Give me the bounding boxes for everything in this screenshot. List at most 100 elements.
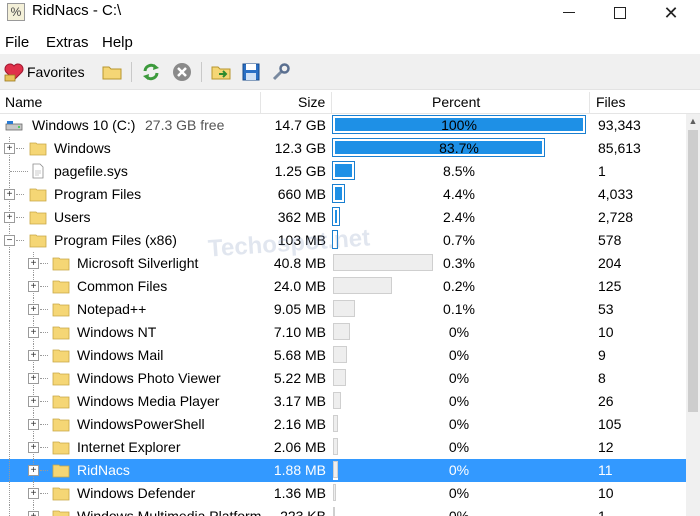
tree-row[interactable]: + WindowsPowerShell 2.16 MB 0% 105 <box>0 413 686 436</box>
tree-row[interactable]: + Internet Explorer 2.06 MB 0% 12 <box>0 436 686 459</box>
tree-row[interactable]: Windows 10 (C:) 27.3 GB free 14.7 GB 100% 93… <box>0 114 686 137</box>
menu-extras[interactable]: Extras <box>46 34 89 51</box>
minimize-button[interactable] <box>546 0 592 28</box>
column-divider[interactable] <box>589 92 590 114</box>
tree-row[interactable]: + Windows NT 7.10 MB 0% 10 <box>0 321 686 344</box>
folder-icon <box>29 232 47 248</box>
expand-icon[interactable]: + <box>28 488 39 499</box>
menu-bar: File Extras Help <box>0 30 700 54</box>
expand-icon[interactable]: + <box>4 143 15 154</box>
tree-connector <box>40 424 48 425</box>
tree-row[interactable]: + Common Files 24.0 MB 0.2% 125 <box>0 275 686 298</box>
row-size: 12.3 GB <box>274 140 326 156</box>
expand-icon[interactable]: + <box>28 373 39 384</box>
row-percent: 4.4% <box>443 186 475 202</box>
expand-icon[interactable]: + <box>28 442 39 453</box>
expand-icon[interactable]: + <box>28 511 39 516</box>
row-files: 9 <box>598 347 606 363</box>
tree-row[interactable]: + Microsoft Silverlight 40.8 MB 0.3% 204 <box>0 252 686 275</box>
column-percent[interactable]: Percent <box>432 94 480 110</box>
minimize-icon <box>563 12 575 13</box>
tree-connector <box>9 413 10 436</box>
close-button[interactable]: ✕ <box>648 0 694 28</box>
row-files: 53 <box>598 301 614 317</box>
tree-connector <box>40 447 48 448</box>
row-percent: 0% <box>448 508 470 516</box>
menu-file[interactable]: File <box>5 34 29 51</box>
column-divider[interactable] <box>260 92 261 114</box>
row-name: Notepad++ <box>77 301 147 317</box>
scrollbar-thumb[interactable] <box>688 130 698 412</box>
row-files: 578 <box>598 232 622 248</box>
tree-connector <box>40 378 48 379</box>
expand-icon[interactable]: + <box>28 258 39 269</box>
drive-icon <box>5 117 23 133</box>
row-name: Microsoft Silverlight <box>77 255 199 271</box>
favorites-button[interactable]: Favorites <box>27 64 85 80</box>
scroll-up-icon[interactable]: ▲ <box>686 114 700 128</box>
row-size: 14.7 GB <box>274 117 326 133</box>
tree-row[interactable]: + Windows Photo Viewer 5.22 MB 0% 8 <box>0 367 686 390</box>
tree-connector <box>9 390 10 413</box>
tree-row[interactable]: + Notepad++ 9.05 MB 0.1% 53 <box>0 298 686 321</box>
column-size[interactable]: Size <box>298 94 325 110</box>
row-files: 2,728 <box>598 209 634 225</box>
row-percent: 0% <box>448 370 470 386</box>
tree-row[interactable]: + Windows 12.3 GB 83.7% 85,613 <box>0 137 686 160</box>
open-folder-icon[interactable] <box>101 61 123 83</box>
tree-connector <box>40 286 48 287</box>
expand-icon[interactable]: + <box>4 212 15 223</box>
tree-row[interactable]: + RidNacs 1.88 MB 0% 11 <box>0 459 686 482</box>
row-files: 12 <box>598 439 614 455</box>
menu-help[interactable]: Help <box>102 34 133 51</box>
column-name[interactable]: Name <box>5 94 42 110</box>
vertical-scrollbar[interactable]: ▲ <box>686 114 700 516</box>
row-percent: 0% <box>448 462 470 478</box>
tree-row[interactable]: + Users 362 MB 2.4% 2,728 <box>0 206 686 229</box>
expand-icon[interactable]: + <box>4 189 15 200</box>
toolbar-separator <box>131 62 132 82</box>
collapse-icon[interactable]: − <box>4 235 15 246</box>
directory-tree-list[interactable]: Windows 10 (C:) 27.3 GB free 14.7 GB 100% 93… <box>0 114 686 516</box>
tree-connector <box>9 459 10 482</box>
tree-connector <box>40 332 48 333</box>
tree-row[interactable]: + Program Files 660 MB 4.4% 4,033 <box>0 183 686 206</box>
tree-connector <box>40 309 48 310</box>
column-files[interactable]: Files <box>596 94 626 110</box>
toolbar-separator <box>201 62 202 82</box>
folder-icon <box>52 508 70 516</box>
expand-icon[interactable]: + <box>28 304 39 315</box>
expand-icon[interactable]: + <box>28 465 39 476</box>
expand-icon[interactable]: + <box>28 327 39 338</box>
favorites-heart-icon[interactable] <box>3 61 25 83</box>
expand-icon[interactable]: + <box>28 281 39 292</box>
column-divider[interactable] <box>331 92 332 114</box>
folder-icon <box>52 347 70 363</box>
tree-row[interactable]: + Windows Media Player 3.17 MB 0% 26 <box>0 390 686 413</box>
row-size: 1.36 MB <box>273 485 326 501</box>
tree-row[interactable]: + Windows Mail 5.68 MB 0% 9 <box>0 344 686 367</box>
tree-connector <box>9 367 10 390</box>
tree-row[interactable]: + Windows Multimedia Platform 223 KB 0% 1 <box>0 505 686 516</box>
settings-wrench-icon[interactable] <box>270 61 292 83</box>
row-name: Windows NT <box>77 324 157 340</box>
expand-icon[interactable]: + <box>28 396 39 407</box>
stop-icon[interactable] <box>171 61 193 83</box>
toolbar: Favorites <box>0 54 700 90</box>
tree-connector <box>16 217 24 218</box>
export-folder-icon[interactable] <box>210 61 232 83</box>
row-size: 1.25 GB <box>274 163 326 179</box>
tree-row[interactable]: pagefile.sys 1.25 GB 8.5% 1 <box>0 160 686 183</box>
tree-connector <box>9 436 10 459</box>
maximize-button[interactable] <box>597 0 643 28</box>
expand-icon[interactable]: + <box>28 350 39 361</box>
refresh-icon[interactable] <box>140 61 162 83</box>
window-title: RidNacs - C:\ <box>32 2 122 19</box>
tree-connector <box>10 171 28 172</box>
tree-row[interactable]: − Program Files (x86) 103 MB 0.7% 578 <box>0 229 686 252</box>
row-name: Windows <box>54 140 111 156</box>
expand-icon[interactable]: + <box>28 419 39 430</box>
save-icon[interactable] <box>240 61 262 83</box>
row-files: 26 <box>598 393 614 409</box>
tree-row[interactable]: + Windows Defender 1.36 MB 0% 10 <box>0 482 686 505</box>
